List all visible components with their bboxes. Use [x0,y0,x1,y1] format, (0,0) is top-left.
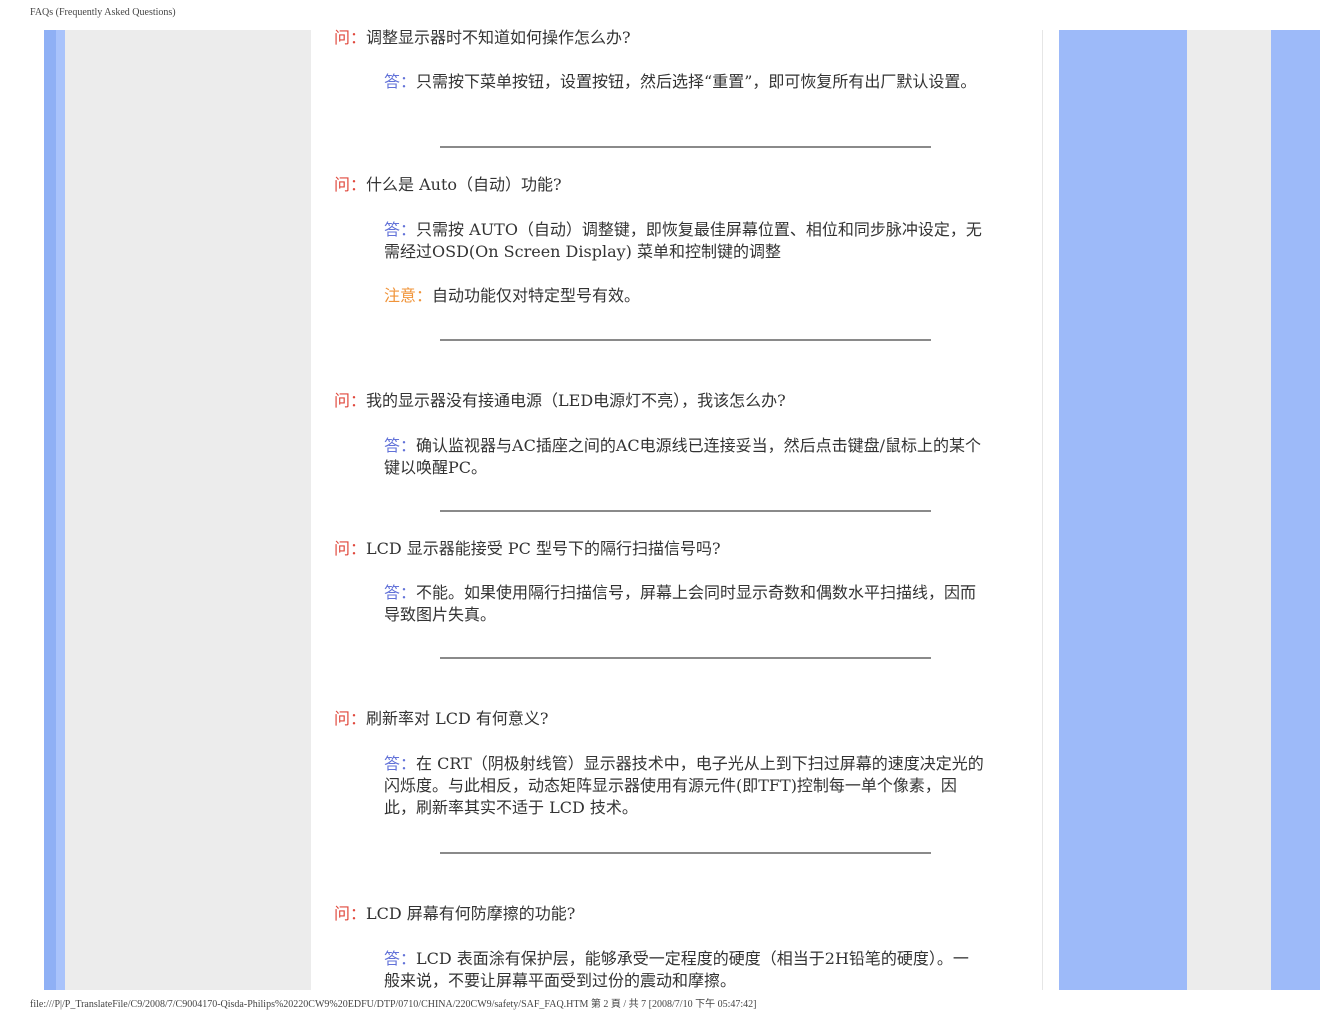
left-light-blue-strip [56,30,65,990]
answer-text: LCD 表面涂有保护层，能够承受一定程度的硬度（相当于2H铅笔的硬度）。一般来说… [384,949,969,990]
faq-note: 注意：自动功能仅对特定型号有效。 [384,285,984,307]
answer-text: 在 CRT（阴极射线管）显示器技术中，电子光从上到下扫过屏幕的速度决定光的闪烁度… [384,754,984,817]
faq-answer: 答：在 CRT（阴极射线管）显示器技术中，电子光从上到下扫过屏幕的速度决定光的闪… [384,753,984,819]
answer-label: 答： [384,436,417,455]
faq-answer: 答：只需按 AUTO（自动）调整键，即恢复最佳屏幕位置、相位和同步脉冲设定，无需… [384,219,984,263]
answer-label: 答： [384,949,417,968]
faq-divider [440,339,931,341]
question-text: 我的显示器没有接通电源（LED电源灯不亮），我该怎么办? [366,391,786,410]
answer-label: 答： [384,583,417,602]
question-label: 问： [334,391,367,410]
faq-question: 问：LCD 显示器能接受 PC 型号下的隔行扫描信号吗? [334,538,721,560]
question-label: 问： [334,539,367,558]
content-right-border [1042,30,1043,990]
faq-divider [440,852,931,854]
answer-label: 答： [384,754,417,773]
page-header-title: FAQs (Frequently Asked Questions) [30,7,176,18]
question-text: 调整显示器时不知道如何操作怎么办? [366,28,631,47]
question-label: 问： [334,28,367,47]
right-blue-panel [1059,30,1187,990]
right-gray-panel [1187,30,1271,990]
answer-text: 确认监视器与AC插座之间的AC电源线已连接妥当，然后点击键盘/鼠标上的某个键以唤… [384,436,982,477]
note-text: 自动功能仅对特定型号有效。 [432,286,641,305]
faq-divider [440,510,931,512]
question-text: LCD 屏幕有何防摩擦的功能? [366,904,576,923]
faq-question: 问：调整显示器时不知道如何操作怎么办? [334,27,631,49]
answer-text: 只需按下菜单按钮，设置按钮，然后选择“重置”，即可恢复所有出厂默认设置。 [416,72,977,91]
note-label: 注意： [384,286,433,305]
faq-answer: 答：LCD 表面涂有保护层，能够承受一定程度的硬度（相当于2H铅笔的硬度）。一般… [384,948,984,992]
left-gray-panel [65,30,311,990]
page-footer-path: file:///P|/P_TranslateFile/C9/2008/7/C90… [30,999,757,1010]
faq-question: 问：什么是 Auto（自动）功能? [334,174,562,196]
faq-question: 问：刷新率对 LCD 有何意义? [334,708,548,730]
answer-label: 答： [384,220,417,239]
faq-answer: 答：不能。如果使用隔行扫描信号，屏幕上会同时显示奇数和偶数水平扫描线，因而导致图… [384,582,984,626]
answer-text: 不能。如果使用隔行扫描信号，屏幕上会同时显示奇数和偶数水平扫描线，因而导致图片失… [384,583,977,624]
answer-label: 答： [384,72,417,91]
faq-divider [440,146,931,148]
question-label: 问： [334,709,367,728]
faq-question: 问：LCD 屏幕有何防摩擦的功能? [334,903,575,925]
faq-question: 问：我的显示器没有接通电源（LED电源灯不亮），我该怎么办? [334,390,786,412]
faq-divider [440,657,931,659]
question-label: 问： [334,904,367,923]
question-text: LCD 显示器能接受 PC 型号下的隔行扫描信号吗? [366,539,721,558]
question-text: 刷新率对 LCD 有何意义? [366,709,549,728]
question-label: 问： [334,175,367,194]
answer-text: 只需按 AUTO（自动）调整键，即恢复最佳屏幕位置、相位和同步脉冲设定，无需经过… [384,220,982,261]
question-text: 什么是 Auto（自动）功能? [366,175,562,194]
right-blue-strip [1271,30,1320,990]
faq-answer: 答：确认监视器与AC插座之间的AC电源线已连接妥当，然后点击键盘/鼠标上的某个键… [384,435,984,479]
left-dark-blue-strip [44,30,56,990]
faq-answer: 答：只需按下菜单按钮，设置按钮，然后选择“重置”，即可恢复所有出厂默认设置。 [384,71,984,93]
